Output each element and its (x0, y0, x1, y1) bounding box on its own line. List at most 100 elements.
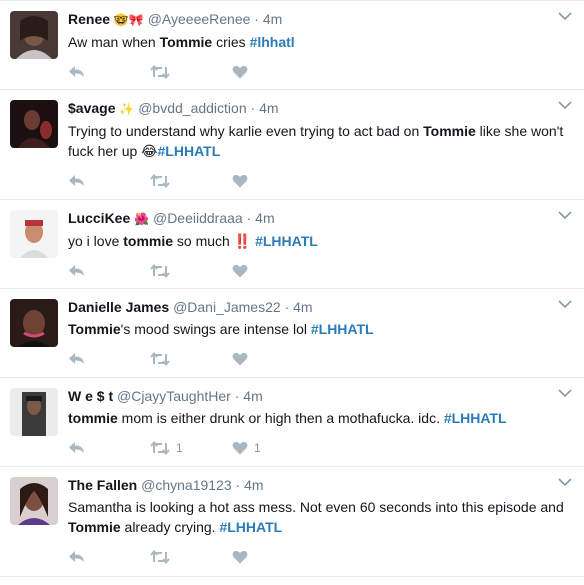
avatar[interactable] (10, 100, 58, 148)
tweet-header: Danielle James @Dani_James22 · 4m (68, 297, 574, 317)
timestamp[interactable]: 4m (259, 100, 278, 116)
username[interactable]: @chyna19123 (141, 477, 232, 493)
tweet-text-segment: Samantha is looking a hot ass mess. Not … (68, 499, 564, 515)
tweet-actions: 1 1 (68, 430, 574, 466)
chevron-down-icon[interactable] (558, 210, 572, 220)
name-emoji: 🌺 (134, 212, 150, 226)
like-button[interactable] (232, 174, 314, 188)
tweet-text: tommie mom is either drunk or high then … (68, 408, 574, 428)
tweet-text: Tommie's mood swings are intense lol #LH… (68, 319, 574, 339)
chevron-down-icon[interactable] (558, 11, 572, 21)
username[interactable]: @CjayyTaughtHer (117, 388, 231, 404)
hashtag-link[interactable]: #LHHATL (219, 519, 282, 535)
display-name[interactable]: The Fallen (68, 477, 137, 493)
reply-button[interactable] (68, 441, 150, 455)
tweet-actions (68, 163, 574, 199)
reply-button[interactable] (68, 65, 150, 79)
timestamp[interactable]: 4m (263, 11, 282, 27)
display-name[interactable]: Renee (68, 11, 110, 27)
heart-icon (232, 352, 248, 366)
retweet-button[interactable]: 1 (150, 441, 232, 455)
display-name[interactable]: Danielle James (68, 299, 169, 315)
reply-icon (69, 265, 84, 276)
tweet-header: $avage ✨ @bvdd_addiction · 4m (68, 98, 574, 119)
highlighted-keyword: tommie (123, 233, 174, 249)
hashtag-link[interactable]: #LHHATL (444, 410, 507, 426)
tweet-text: Trying to understand why karlie even try… (68, 121, 574, 161)
retweet-count: 1 (176, 441, 183, 455)
chevron-down-icon[interactable] (558, 299, 572, 309)
like-button[interactable] (232, 264, 314, 278)
like-button[interactable]: 1 (232, 441, 314, 455)
username[interactable]: @bvdd_addiction (138, 100, 246, 116)
tweet-text-segment: 😂 (141, 143, 158, 159)
reply-icon (69, 175, 84, 186)
tweet-text-segment: Aw man when (68, 34, 160, 50)
tweet[interactable]: Renee 🤓🎀 @AyeeeeRenee · 4m Aw man when T… (0, 1, 584, 90)
name-emoji: 🤓🎀 (113, 13, 144, 27)
avatar[interactable] (10, 477, 58, 525)
reply-button[interactable] (68, 352, 150, 366)
tweet[interactable]: $avage ✨ @bvdd_addiction · 4m Trying to … (0, 90, 584, 200)
tweet[interactable]: LucciKee 🌺 @Deeiiddraaa · 4m yo i love t… (0, 200, 584, 289)
tweet-header: The Fallen @chyna19123 · 4m (68, 475, 574, 495)
display-name[interactable]: $avage (68, 100, 115, 116)
tweet-text: Aw man when Tommie cries #lhhatl (68, 32, 574, 52)
hashtag-link[interactable]: #LHHATL (311, 321, 374, 337)
heart-icon (232, 65, 248, 79)
reply-button[interactable] (68, 264, 150, 278)
like-button[interactable] (232, 65, 314, 79)
reply-icon (69, 353, 84, 364)
timestamp[interactable]: 4m (244, 477, 263, 493)
retweet-icon (150, 352, 170, 366)
reply-button[interactable] (68, 174, 150, 188)
timestamp[interactable]: 4m (243, 388, 262, 404)
reply-icon (69, 442, 84, 453)
retweet-button[interactable] (150, 352, 232, 366)
tweet[interactable]: The Fallen @chyna19123 · 4m Samantha is … (0, 467, 584, 577)
timestamp[interactable]: 4m (255, 210, 274, 226)
tweet-text-segment: so much (173, 233, 234, 249)
heart-icon (232, 174, 248, 188)
tweet-actions (68, 341, 574, 377)
tweet-header: LucciKee 🌺 @Deeiiddraaa · 4m (68, 208, 574, 229)
username[interactable]: @Deeiiddraaa (153, 210, 243, 226)
tweet[interactable]: W e $ t @CjayyTaughtHer · 4m tommie mom … (0, 378, 584, 467)
tweet-header: Renee 🤓🎀 @AyeeeeRenee · 4m (68, 9, 574, 30)
like-button[interactable] (232, 352, 314, 366)
tweet-text-segment: yo i love (68, 233, 124, 249)
tweet-text: Samantha is looking a hot ass mess. Not … (68, 497, 574, 537)
retweet-button[interactable] (150, 65, 232, 79)
tweet-text-segment: cries (212, 34, 250, 50)
highlighted-keyword: Tommie (423, 123, 476, 139)
tweet[interactable]: Danielle James @Dani_James22 · 4m Tommie… (0, 289, 584, 378)
like-button[interactable] (232, 550, 314, 564)
hashtag-link[interactable]: #LHHATL (255, 233, 318, 249)
username[interactable]: @AyeeeeRenee (148, 11, 251, 27)
retweet-button[interactable] (150, 264, 232, 278)
reply-button[interactable] (68, 550, 150, 564)
avatar[interactable] (10, 388, 58, 436)
retweet-button[interactable] (150, 174, 232, 188)
chevron-down-icon[interactable] (558, 388, 572, 398)
tweet-text-segment: 's mood swings are intense lol (120, 321, 311, 337)
display-name[interactable]: W e $ t (68, 388, 113, 404)
timestamp[interactable]: 4m (293, 299, 312, 315)
retweet-button[interactable] (150, 550, 232, 564)
chevron-down-icon[interactable] (558, 100, 572, 110)
like-count: 1 (254, 441, 261, 455)
hashtag-link[interactable]: #lhhatl (250, 34, 295, 50)
username[interactable]: @Dani_James22 (173, 299, 281, 315)
separator-dot: · (246, 210, 252, 226)
tweet-text-segment: mom is either drunk or high then a motha… (117, 410, 444, 426)
tweet-actions (68, 54, 574, 90)
avatar[interactable] (10, 210, 58, 258)
heart-icon (232, 550, 248, 564)
display-name[interactable]: LucciKee (68, 210, 130, 226)
retweet-icon (150, 174, 170, 188)
avatar[interactable] (10, 11, 58, 59)
separator-dot: · (235, 477, 241, 493)
avatar[interactable] (10, 299, 58, 347)
hashtag-link[interactable]: #LHHATL (158, 143, 221, 159)
chevron-down-icon[interactable] (558, 477, 572, 487)
